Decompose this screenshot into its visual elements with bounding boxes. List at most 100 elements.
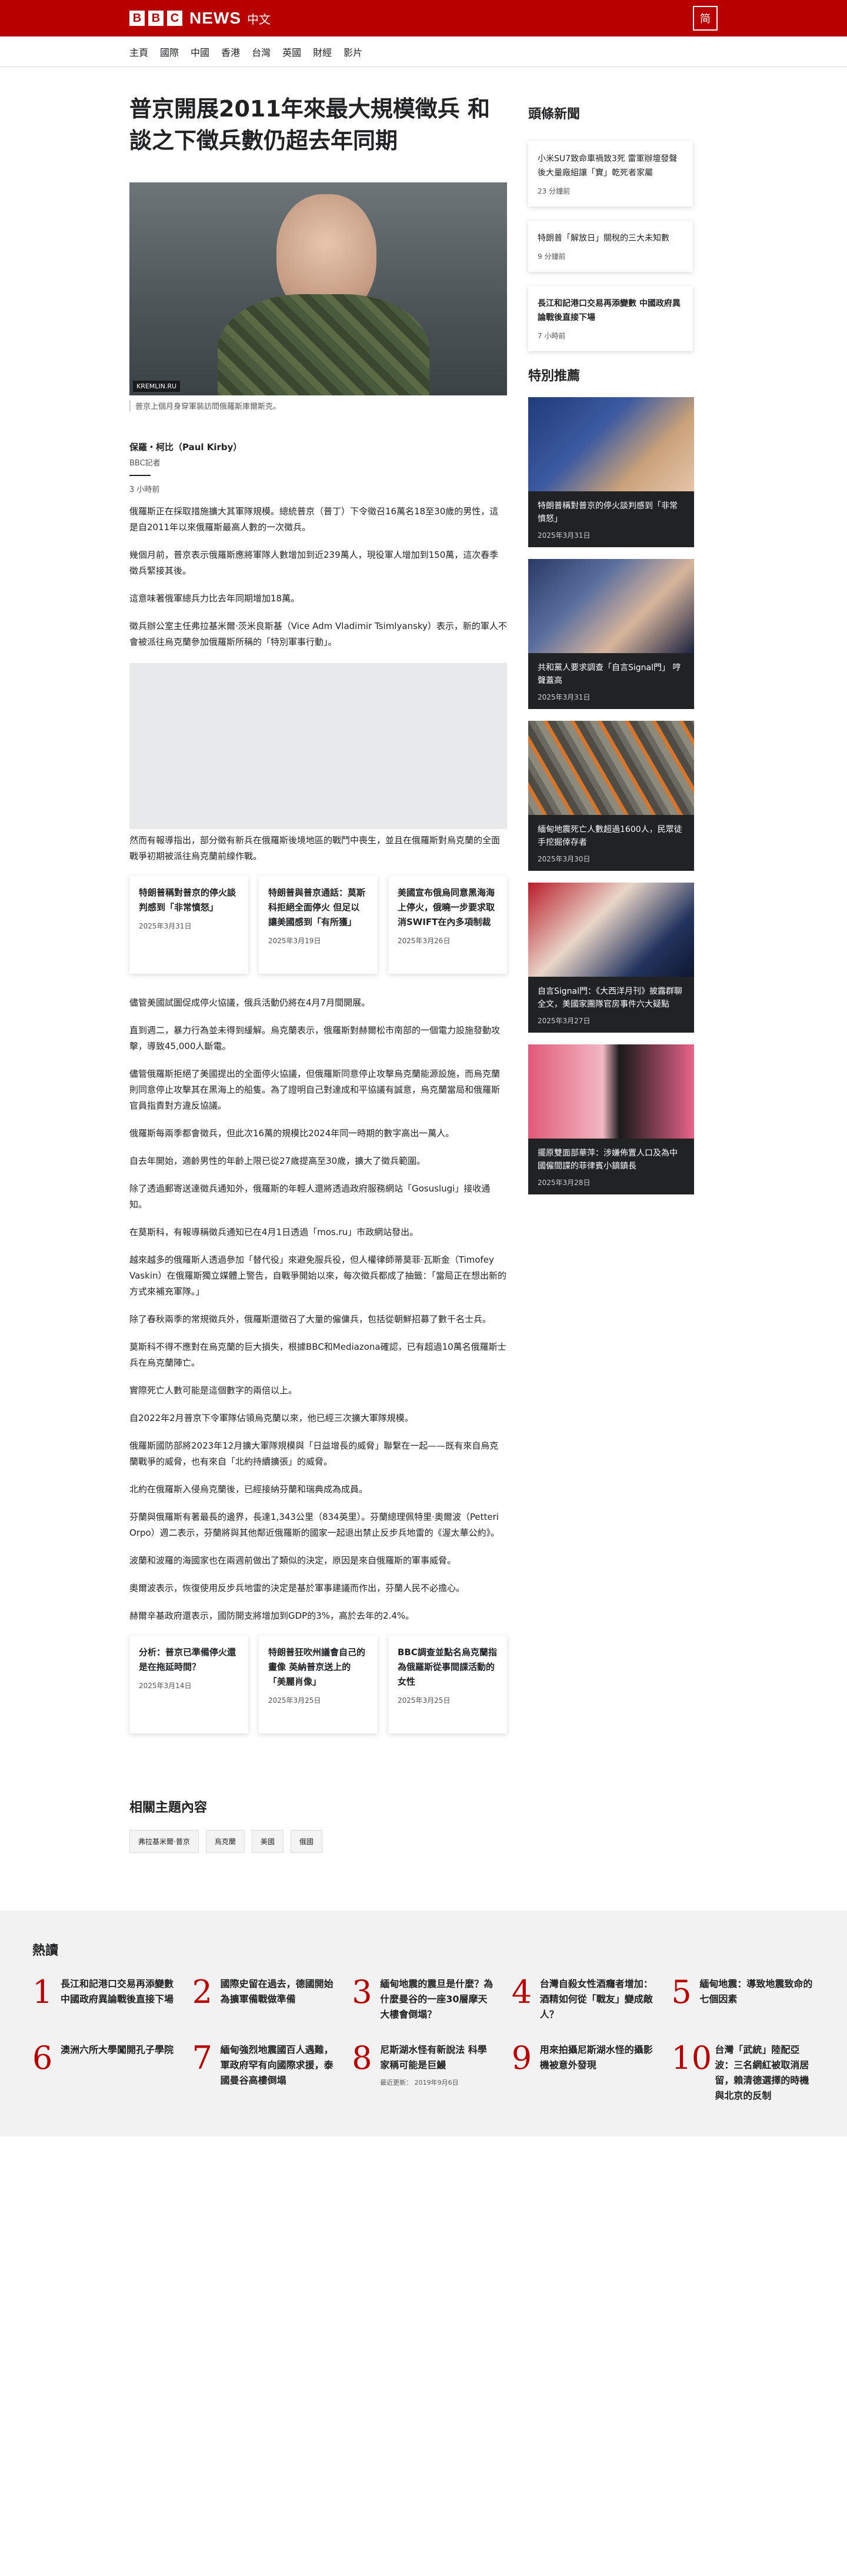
recommended-text: 自言Signal門：《大西洋月刊》披露群聊全文，美國家團隊官房事件六大疑點 202… [528,977,694,1033]
related-topics: 相關主題內容 弗拉基米爾·普京 烏克蘭 美國 俄國 [129,1797,718,1853]
recommended-date: 2025年3月27日 [538,1017,591,1025]
top-story-title: 特朗普「解放日」關稅的三大未知數 [538,234,669,243]
top-story-card[interactable]: 長江和記港口交易再添變數 中國政府異論戰後直接下場 7 小時前 [528,286,693,351]
nav-item[interactable]: 財經 [313,45,332,59]
related-card-date: 2025年3月14日 [139,1682,192,1690]
recommended-text: 擺原雙面部華萍：涉嫌佈置人口及為中國僱間諜的菲律賓小鎮鎮長 2025年3月28日 [528,1139,694,1194]
nav-item[interactable]: 影片 [344,45,362,59]
recommended-heading: 特別推薦 [528,369,581,384]
image-credit: KREMLIN.RU [133,381,181,392]
related-card[interactable]: 分析：普京已準備停火還是在拖延時間？ 2025年3月14日 [129,1636,248,1733]
hero-image: KREMLIN.RU [129,182,507,395]
trending-rank: 5 [671,1973,692,2011]
trending-rank: 9 [511,2039,532,2076]
recommended-card[interactable]: 緬甸地震死亡人數超過1600人，民眾徒手挖掘倖存者 2025年3月30日 [528,721,694,871]
nav-item[interactable]: 台灣 [252,45,271,59]
trending-item[interactable]: 8 尼斯湖水怪有新說法 科學家稱可能是巨鰻最近更新： 2019年9月6日 [352,2042,495,2104]
main-content: 普京開展2011年來最大規模徵兵 和談之下徵兵數仍超去年同期 KREMLIN.R… [129,67,718,1755]
top-story-title: 長江和記港口交易再添變數 中國政府異論戰後直接下場 [538,299,681,322]
top-story-card[interactable]: 小米SU7致命車禍致3死 雷軍辦壇發聲後大量廠組讓「實」乾死者家屬 23 分鐘前 [528,141,693,207]
trending-section: 熱讀 1 長江和記港口交易再添變數 中國政府異論戰後直接下場 2 國際史留在過去，德國… [0,1911,847,2136]
trending-item[interactable]: 2 國際史留在過去，德國開始為擴軍備戰做準備 [192,1976,336,2022]
trending-rank: 2 [192,1973,212,2011]
related-card-title: 美國宣布俄烏同意黑海海上停火，俄曉一步要求取消SWIFT在內多項制裁 [398,887,495,927]
article-paragraph: 然而有報導指出，部分徵有新兵在俄羅斯後境地區的戰鬥中喪生，並且在俄羅斯對烏克蘭的… [129,835,501,861]
recommended-text: 共和黨人要求調查「自言Signal門」 哼聲蓋高 2025年3月31日 [528,653,694,709]
related-card-title: BBC調查並點名烏克蘭指為俄羅斯從事間諜活動的女性 [398,1647,497,1687]
recommended-title: 擺原雙面部華萍：涉嫌佈置人口及為中國僱間諜的菲律賓小鎮鎮長 [538,1149,678,1171]
recommended-image [528,397,694,491]
top-stories-heading: 頭條新聞 [528,107,581,122]
recommended-text: 特朗普稱對普京的停火談判感到「非常憤怒」 2025年3月31日 [528,491,694,547]
top-story-card[interactable]: 特朗普「解放日」關稅的三大未知數 9 分鐘前 [528,221,693,272]
nav-item[interactable]: 中國 [191,45,209,59]
article-paragraph: 奧爾波表示，恢復使用反步兵地雷的決定是基於軍事建議而作出，芬蘭人民不必擔心。 [129,1583,465,1593]
logo-box-b1: B [129,11,145,26]
nav-item[interactable]: 主頁 [129,45,148,59]
related-topics-heading: 相關主題內容 [129,1800,208,1815]
article-paragraph: 徵兵辦公室主任弗拉基米爾·茨米良斯基（Vice Adm Vladimir Tsi… [129,621,507,647]
article-paragraph: 實際死亡人數可能是這個數字的兩倍以上。 [129,1385,298,1396]
trending-title: 台灣自殺女性酒癮者增加：酒精如何從「戰友」變成敵人？ [539,1978,653,2020]
trending-item[interactable]: 6 澳洲六所大學闖開孔子學院 [32,2042,176,2104]
trending-item[interactable]: 3 緬甸地震的震旦是什麼？為什麼曼谷的一座30層摩天大樓會倒塌？ [352,1976,495,2022]
trending-title: 緬甸強烈地震國百人遇難，軍政府罕有向國際求援，泰國曼谷高樓倒塌 [220,2044,334,2086]
trending-rank: 8 [352,2039,372,2076]
related-card[interactable]: BBC調查並點名烏克蘭指為俄羅斯從事間諜活動的女性 2025年3月25日 [388,1636,507,1733]
topic-tag[interactable]: 烏克蘭 [205,1830,245,1853]
top-bar: B B C NEWS 中文 简 [0,0,847,36]
logo-box-c: C [167,11,182,26]
recommended-image [528,721,694,815]
logo-box-b2: B [148,11,164,26]
related-card[interactable]: 特朗普稱對普京的停火談判感到「非常憤怒」 2025年3月31日 [129,876,248,974]
nav-item[interactable]: 香港 [221,45,240,59]
article-paragraph: 俄羅斯國防部將2023年12月擴大軍隊規模與「日益增長的威脅」聯繫在一起——既有… [129,1440,499,1467]
trending-title: 澳洲六所大學闖開孔子學院 [61,2044,174,2055]
trending-item[interactable]: 7 緬甸強烈地震國百人遇難，軍政府罕有向國際求援，泰國曼谷高樓倒塌 [192,2042,336,2104]
trending-item[interactable]: 1 長江和記港口交易再添變數 中國政府異論戰後直接下場 [32,1976,176,2022]
related-cards-b: 分析：普京已準備停火還是在拖延時間？ 2025年3月14日 特朗普狂吹州議會自己的畫… [129,1636,507,1733]
trending-text: 國際史留在過去，德國開始為擴軍備戰做準備 [221,1976,336,2022]
bbc-news-logo[interactable]: B B C NEWS 中文 [129,9,271,28]
related-card[interactable]: 特朗普與普京通話：莫斯科拒絕全面停火 但足以讓美國感到「有所獲」 2025年3月1… [259,876,378,974]
trending-title: 台灣「武統」陸配亞波：三名網紅被取消居留，賴清德選擇的時機與北京的反制 [715,2044,809,2101]
trending-item[interactable]: 4 台灣自殺女性酒癮者增加：酒精如何從「戰友」變成敵人？ [512,1976,655,2022]
trending-rank: 4 [511,1973,532,2011]
article: 普京開展2011年來最大規模徵兵 和談之下徵兵數仍超去年同期 KREMLIN.R… [129,93,507,1755]
related-cards-a: 特朗普稱對普京的停火談判感到「非常憤怒」 2025年3月31日 特朗普與普京通話：莫… [129,876,507,974]
related-card[interactable]: 美國宣布俄烏同意黑海海上停火，俄曉一步要求取消SWIFT在內多項制裁 2025年3… [388,876,507,974]
article-paragraph: 自去年開始，適齡男性的年齡上限已從27歲提高至30歲，擴大了徵兵範圍。 [129,1156,426,1166]
article-paragraph: 幾個月前，普京表示俄羅斯應將軍隊人數增加到近239萬人，現役軍人增加到150萬，… [129,550,499,576]
trending-title: 尼斯湖水怪有新說法 科學家稱可能是巨鰻 [380,2044,487,2071]
trending-text: 用來拍攝尼斯湖水怪的攝影機被意外發現 [540,2042,655,2104]
trending-title: 緬甸地震的震旦是什麼？為什麼曼谷的一座30層摩天大樓會倒塌？ [380,1978,493,2020]
article-paragraph: 俄羅斯正在採取措施擴大其軍隊規模。總統普京（普丁）下令徵召16萬名18至30歲的… [129,506,499,532]
trending-title: 用來拍攝尼斯湖水怪的攝影機被意外發現 [539,2044,653,2071]
recommended-card[interactable]: 自言Signal門：《大西洋月刊》披露群聊全文，美國家團隊官房事件六大疑點 202… [528,883,694,1033]
related-card[interactable]: 特朗普狂吹州議會自己的畫像 英納普京送上的「美麗肖像」 2025年3月25日 [259,1636,378,1733]
nav-item[interactable]: 國際 [160,45,179,59]
topic-tag[interactable]: 俄國 [290,1830,322,1853]
trending-item[interactable]: 9 用來拍攝尼斯湖水怪的攝影機被意外發現 [512,2042,655,2104]
trending-rank: 3 [352,1973,372,2011]
article-paragraph: 這意味著俄軍總兵力比去年同期增加18萬。 [129,593,300,604]
recommended-date: 2025年3月30日 [538,855,591,863]
topic-tag[interactable]: 美國 [251,1830,284,1853]
article-paragraph: 赫爾辛基政府還表示，國防開支將增加到GDP的3%，高於去年的2.4%。 [129,1610,415,1621]
recommended-card[interactable]: 共和黨人要求調查「自言Signal門」 哼聲蓋高 2025年3月31日 [528,559,694,709]
related-card-date: 2025年3月19日 [268,937,321,945]
recommended-card[interactable]: 擺原雙面部華萍：涉嫌佈置人口及為中國僱間諜的菲律賓小鎮鎮長 2025年3月28日 [528,1044,694,1194]
language-switch-button[interactable]: 简 [693,6,718,31]
trending-date: 最近更新： 2019年9月6日 [380,2079,459,2086]
top-bar-inner: B B C NEWS 中文 简 [129,0,718,36]
topic-tag[interactable]: 弗拉基米爾·普京 [129,1830,199,1853]
trending-item[interactable]: 10 台灣「武統」陸配亞波：三名網紅被取消居留，賴清德選擇的時機與北京的反制 [671,2042,815,2104]
nav-item[interactable]: 英國 [282,45,301,59]
trending-text: 台灣自殺女性酒癮者增加：酒精如何從「戰友」變成敵人？ [540,1976,655,2022]
trending-inner: 熱讀 1 長江和記港口交易再添變數 中國政府異論戰後直接下場 2 國際史留在過去，德國… [32,1940,815,2104]
trending-grid: 1 長江和記港口交易再添變數 中國政府異論戰後直接下場 2 國際史留在過去，德國開始為… [32,1976,815,2104]
related-card-date: 2025年3月25日 [268,1696,321,1705]
recommended-card[interactable]: 特朗普稱對普京的停火談判感到「非常憤怒」 2025年3月31日 [528,397,694,547]
trending-item[interactable]: 5 緬甸地震：導致地震致命的七個因素 [671,1976,815,2022]
related-card-title: 特朗普狂吹州議會自己的畫像 英納普京送上的「美麗肖像」 [268,1647,366,1687]
